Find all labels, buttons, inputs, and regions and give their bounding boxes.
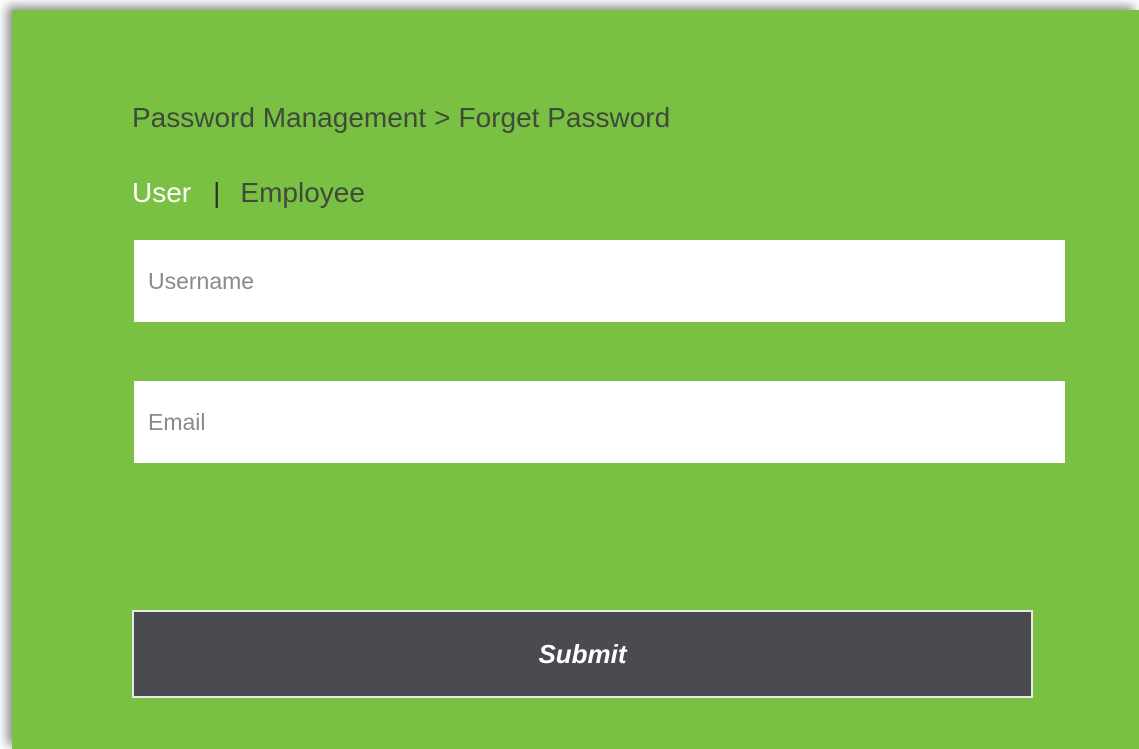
breadcrumb-current: Forget Password	[458, 102, 671, 133]
email-input[interactable]	[134, 381, 1065, 463]
breadcrumb: Password Management > Forget Password	[132, 100, 670, 136]
window-frame: Password Management > Forget Password User…	[0, 0, 1139, 749]
submit-button[interactable]: Submit	[132, 610, 1033, 698]
breadcrumb-parent[interactable]: Password Management	[132, 102, 426, 133]
tab-user[interactable]: User	[132, 177, 191, 208]
username-input[interactable]	[134, 240, 1065, 322]
forget-password-panel: Password Management > Forget Password User…	[12, 10, 1139, 749]
breadcrumb-separator: >	[434, 102, 451, 133]
tab-employee[interactable]: Employee	[240, 177, 365, 208]
account-type-tabs: User | Employee	[132, 175, 365, 211]
tab-divider: |	[213, 177, 221, 208]
